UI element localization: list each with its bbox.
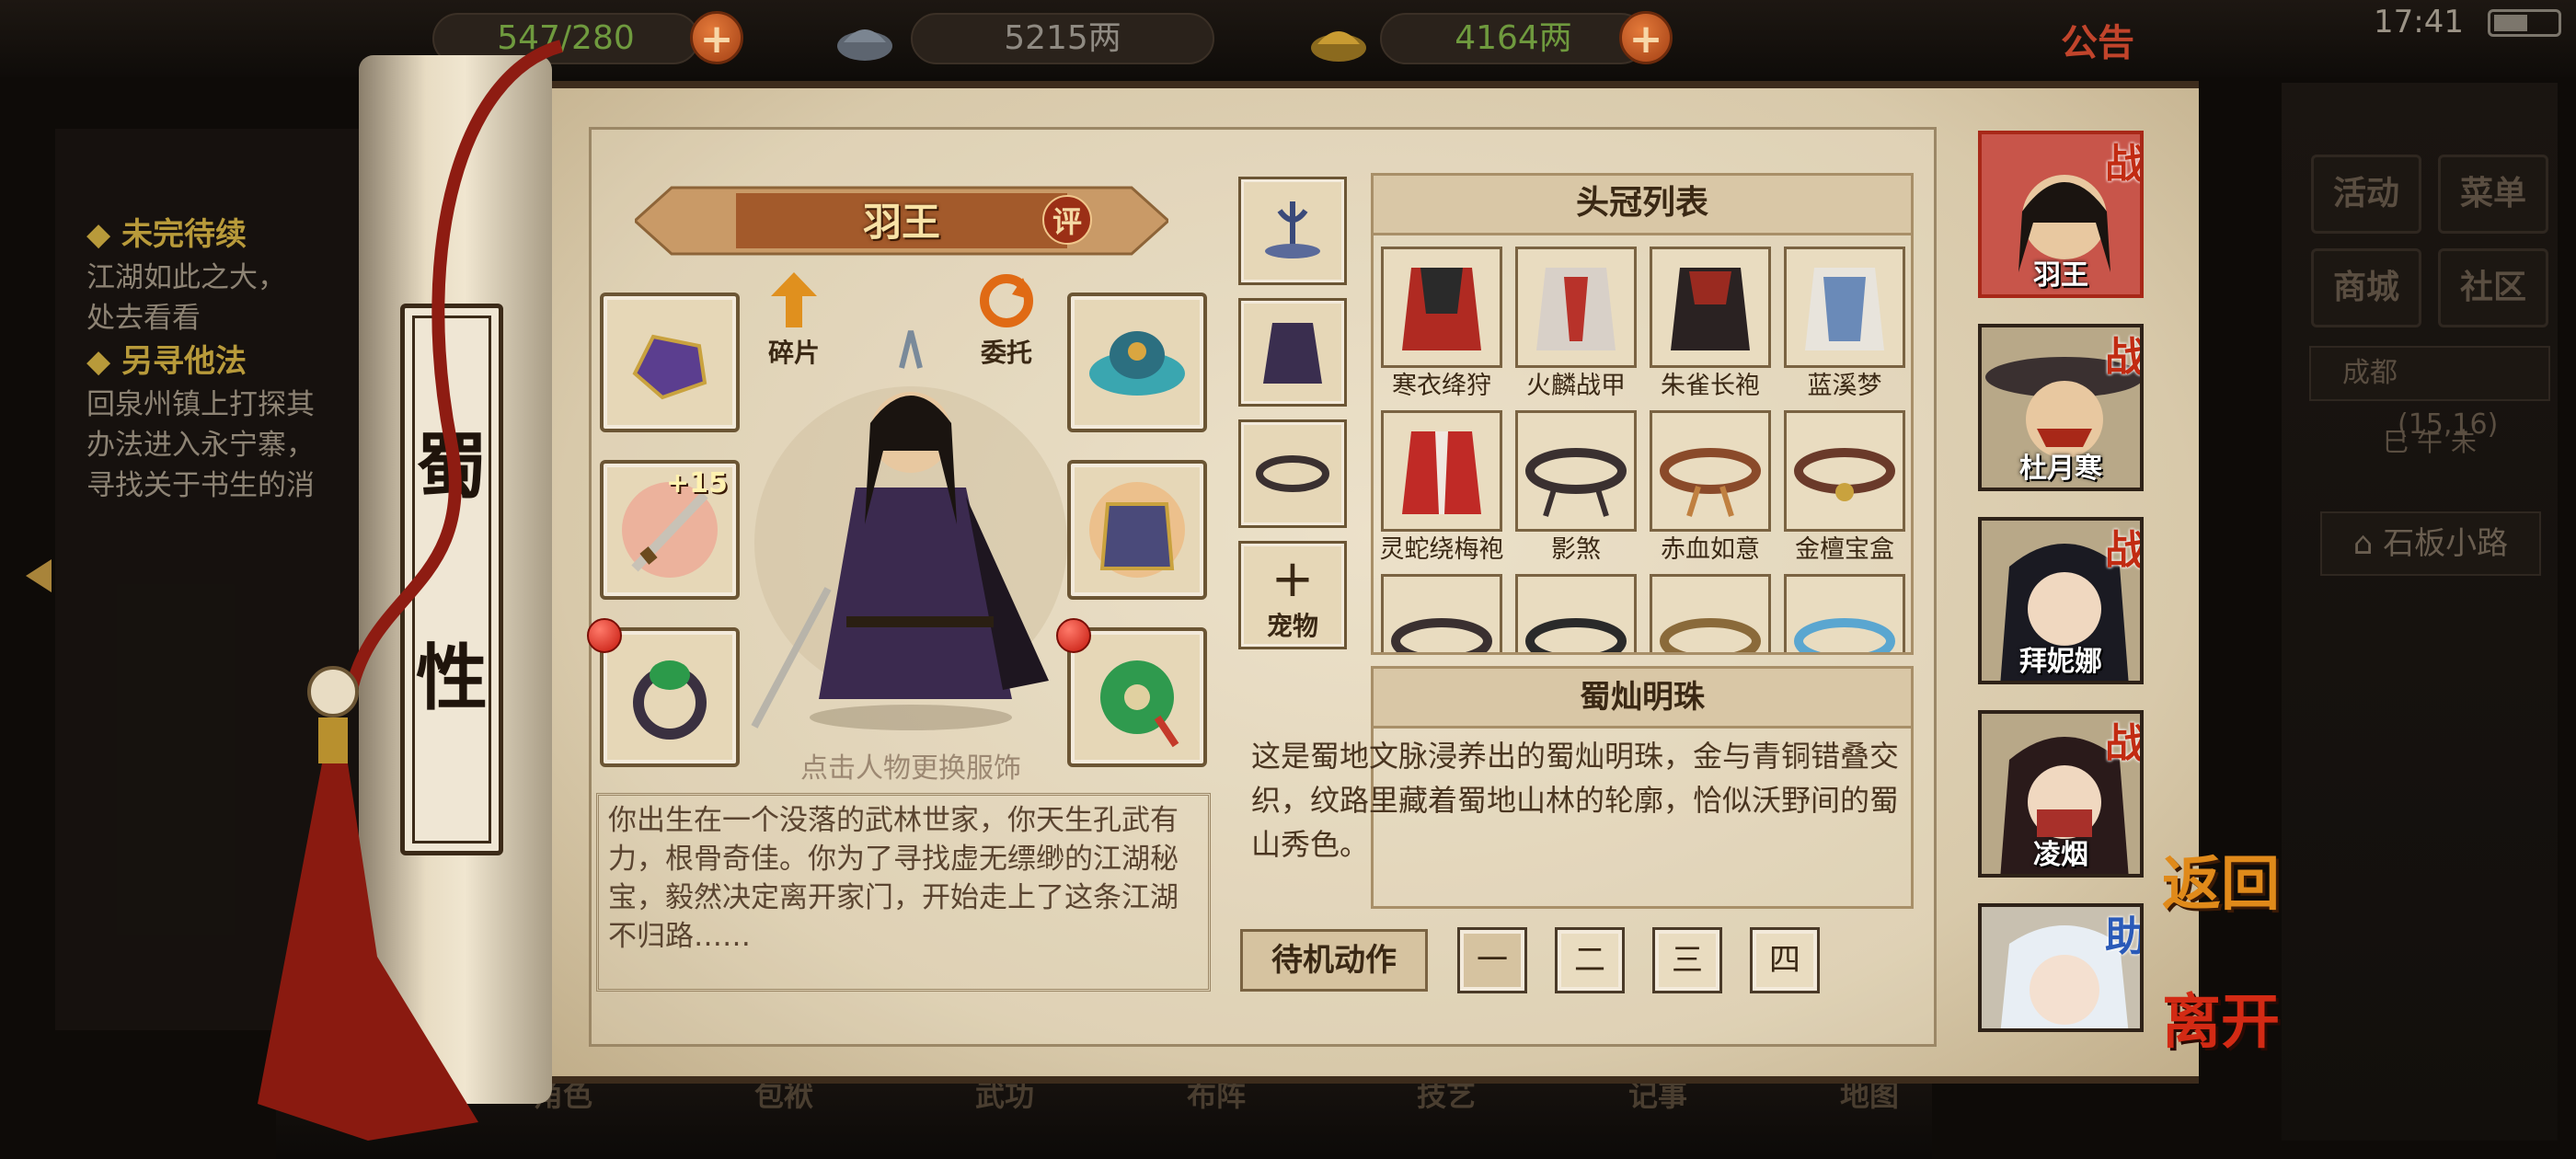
rate-button[interactable]: 评 bbox=[1042, 195, 1092, 245]
back-button[interactable]: 返回 bbox=[2162, 837, 2280, 922]
add-stamina-button[interactable]: + bbox=[690, 11, 743, 64]
gold-ingot-icon bbox=[1311, 31, 1366, 62]
list-title: 头冠列表 bbox=[1371, 173, 1914, 235]
list-item[interactable]: 金檀宝盒 bbox=[1784, 410, 1911, 567]
belt-icon bbox=[1391, 618, 1492, 652]
selected-title: 蜀灿明珠 bbox=[1371, 666, 1914, 729]
ring-alert-dot bbox=[587, 618, 622, 653]
idle-action-label: 待机动作 bbox=[1240, 929, 1428, 992]
time-of-day: 巳 午 未 bbox=[2383, 427, 2477, 457]
silver-ingot-icon bbox=[837, 29, 892, 61]
tassel-decoration bbox=[258, 40, 563, 1141]
jade-icon bbox=[1100, 660, 1179, 748]
jade-alert-dot bbox=[1056, 618, 1091, 653]
idle-option-2[interactable]: 二 bbox=[1555, 927, 1625, 993]
belt-icon bbox=[1256, 455, 1329, 492]
list-item[interactable]: 灵蛇绕梅袍 bbox=[1380, 410, 1508, 567]
snake-robe-icon bbox=[1402, 431, 1481, 514]
shop-button[interactable]: 商城 bbox=[2311, 248, 2421, 327]
pet-label: 宠物 bbox=[1266, 611, 1318, 641]
item-list[interactable]: 寒衣绛狩 火麟战甲 朱雀长袍 蓝溪梦 灵蛇绕梅袍 影煞 赤血如意 金檀宝盒 bbox=[1371, 235, 1914, 655]
activity-button[interactable]: 活动 bbox=[2311, 155, 2421, 234]
hat-slot[interactable] bbox=[1067, 293, 1207, 432]
idle-option-4[interactable]: 四 bbox=[1750, 927, 1820, 993]
silver-counter: 5215两 bbox=[911, 13, 1214, 64]
hat-icon bbox=[1089, 331, 1185, 396]
list-item[interactable]: 火麟战甲 bbox=[1515, 247, 1642, 403]
place-button[interactable]: ⌂ 石板小路 bbox=[2320, 511, 2541, 576]
list-item[interactable] bbox=[1515, 574, 1642, 652]
character-bio: 你出生在一个没落的武林世家，你天生孔武有力，根骨奇佳。你为了寻找虚无缥缈的江湖秘… bbox=[596, 793, 1211, 992]
plus-icon: + bbox=[1271, 549, 1315, 609]
blue-robe-icon bbox=[1805, 268, 1884, 350]
party-member-4[interactable]: 凌烟 战 bbox=[1978, 710, 2144, 878]
belt-icon bbox=[1794, 618, 1895, 652]
menu-button[interactable]: 菜单 bbox=[2438, 155, 2548, 234]
collapse-arrow-icon[interactable] bbox=[20, 556, 57, 596]
belt-slot[interactable] bbox=[1238, 419, 1347, 528]
ring-icon bbox=[633, 660, 707, 740]
list-item[interactable] bbox=[1784, 574, 1911, 652]
clock: 17:41 bbox=[2374, 4, 2464, 40]
weapon-slot[interactable]: +15 bbox=[600, 460, 740, 600]
leave-button[interactable]: 离开 bbox=[2162, 975, 2280, 1060]
list-item[interactable] bbox=[1381, 574, 1508, 652]
add-gold-button[interactable]: + bbox=[1619, 11, 1673, 64]
location-display: 成都(15,16) bbox=[2309, 346, 2550, 441]
list-item[interactable]: 蓝溪梦 bbox=[1784, 247, 1911, 403]
white-armor-icon bbox=[1536, 268, 1616, 350]
red-belt-icon bbox=[1660, 448, 1761, 517]
black-robe-icon bbox=[1671, 268, 1750, 350]
belt-icon bbox=[1525, 618, 1627, 652]
list-item[interactable]: 朱雀长袍 bbox=[1650, 247, 1777, 403]
idle-option-3[interactable]: 三 bbox=[1652, 927, 1722, 993]
notice-button[interactable]: 公告 bbox=[2061, 13, 2134, 66]
weapon-level: +15 bbox=[666, 467, 728, 499]
community-button[interactable]: 社区 bbox=[2438, 248, 2548, 327]
belt-icon bbox=[1660, 618, 1761, 652]
party-member-5[interactable]: 助 bbox=[1978, 903, 2144, 1032]
dark-belt-icon bbox=[1525, 448, 1627, 517]
ring-slot[interactable] bbox=[600, 627, 740, 767]
glove-icon bbox=[632, 334, 707, 400]
list-item[interactable] bbox=[1650, 574, 1777, 652]
list-item[interactable]: 赤血如意 bbox=[1650, 410, 1777, 567]
gold-belt-icon bbox=[1794, 448, 1895, 501]
idle-option-1[interactable]: 一 bbox=[1457, 927, 1527, 993]
armor-icon bbox=[1089, 482, 1185, 578]
hairpin-icon bbox=[1265, 201, 1320, 258]
party-member-2[interactable]: 杜月寒 战 bbox=[1978, 324, 2144, 491]
list-item[interactable]: 寒衣绛狩 bbox=[1381, 247, 1508, 403]
armor-slot[interactable] bbox=[1067, 460, 1207, 600]
right-hud bbox=[2282, 83, 2558, 1141]
robe-icon bbox=[1263, 323, 1322, 384]
battery-icon bbox=[2488, 9, 2561, 37]
glove-slot[interactable] bbox=[600, 293, 740, 432]
party-member-1[interactable]: 羽王 战 bbox=[1978, 131, 2144, 298]
list-item[interactable]: 影煞 bbox=[1515, 410, 1642, 567]
pet-slot[interactable]: + 宠物 bbox=[1238, 541, 1347, 649]
selected-desc: 这是蜀地文脉浸养出的蜀灿明珠，金与青铜错叠交织，纹路里藏着蜀地山林的轮廓，恰似沃… bbox=[1251, 739, 1900, 862]
character-portrait[interactable] bbox=[736, 313, 1067, 736]
character-name: 羽王 bbox=[862, 200, 940, 245]
change-outfit-hint: 点击人物更换服饰 bbox=[800, 752, 1021, 785]
red-robe-icon bbox=[1402, 268, 1481, 350]
headgear-slot[interactable] bbox=[1238, 177, 1347, 285]
party-member-3[interactable]: 拜妮娜 战 bbox=[1978, 517, 2144, 684]
jade-slot[interactable] bbox=[1067, 627, 1207, 767]
gold-counter: 4164两 bbox=[1380, 13, 1647, 64]
outfit-slot[interactable] bbox=[1238, 298, 1347, 407]
